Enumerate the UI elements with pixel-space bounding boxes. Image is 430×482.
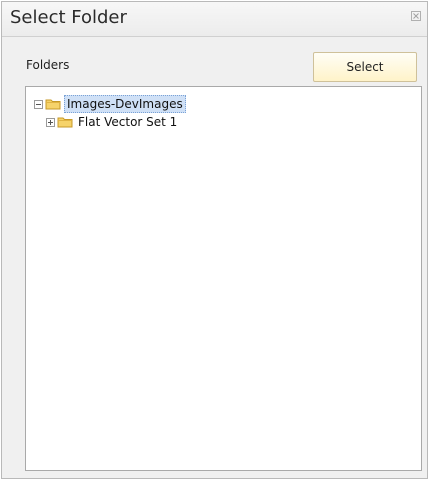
select-folder-dialog: Select Folder Folders Select Images-DevI…	[1, 1, 428, 479]
dialog-title: Select Folder	[10, 7, 127, 28]
select-button[interactable]: Select	[313, 52, 417, 82]
tree-node-root-label[interactable]: Images-DevImages	[64, 95, 186, 113]
tree-node-child[interactable]: Flat Vector Set 1	[46, 113, 179, 131]
folder-icon	[57, 117, 73, 128]
close-icon[interactable]	[411, 11, 421, 21]
expand-icon[interactable]	[46, 117, 55, 127]
collapse-icon[interactable]	[34, 99, 43, 109]
tree-node-root[interactable]: Images-DevImages	[34, 95, 186, 113]
tree-node-child-label[interactable]: Flat Vector Set 1	[76, 114, 179, 130]
title-bar: Select Folder	[2, 2, 427, 37]
folders-label: Folders	[26, 58, 70, 72]
folder-tree[interactable]: Images-DevImages Flat Vector Set 1	[25, 86, 422, 471]
folder-icon	[45, 99, 61, 110]
